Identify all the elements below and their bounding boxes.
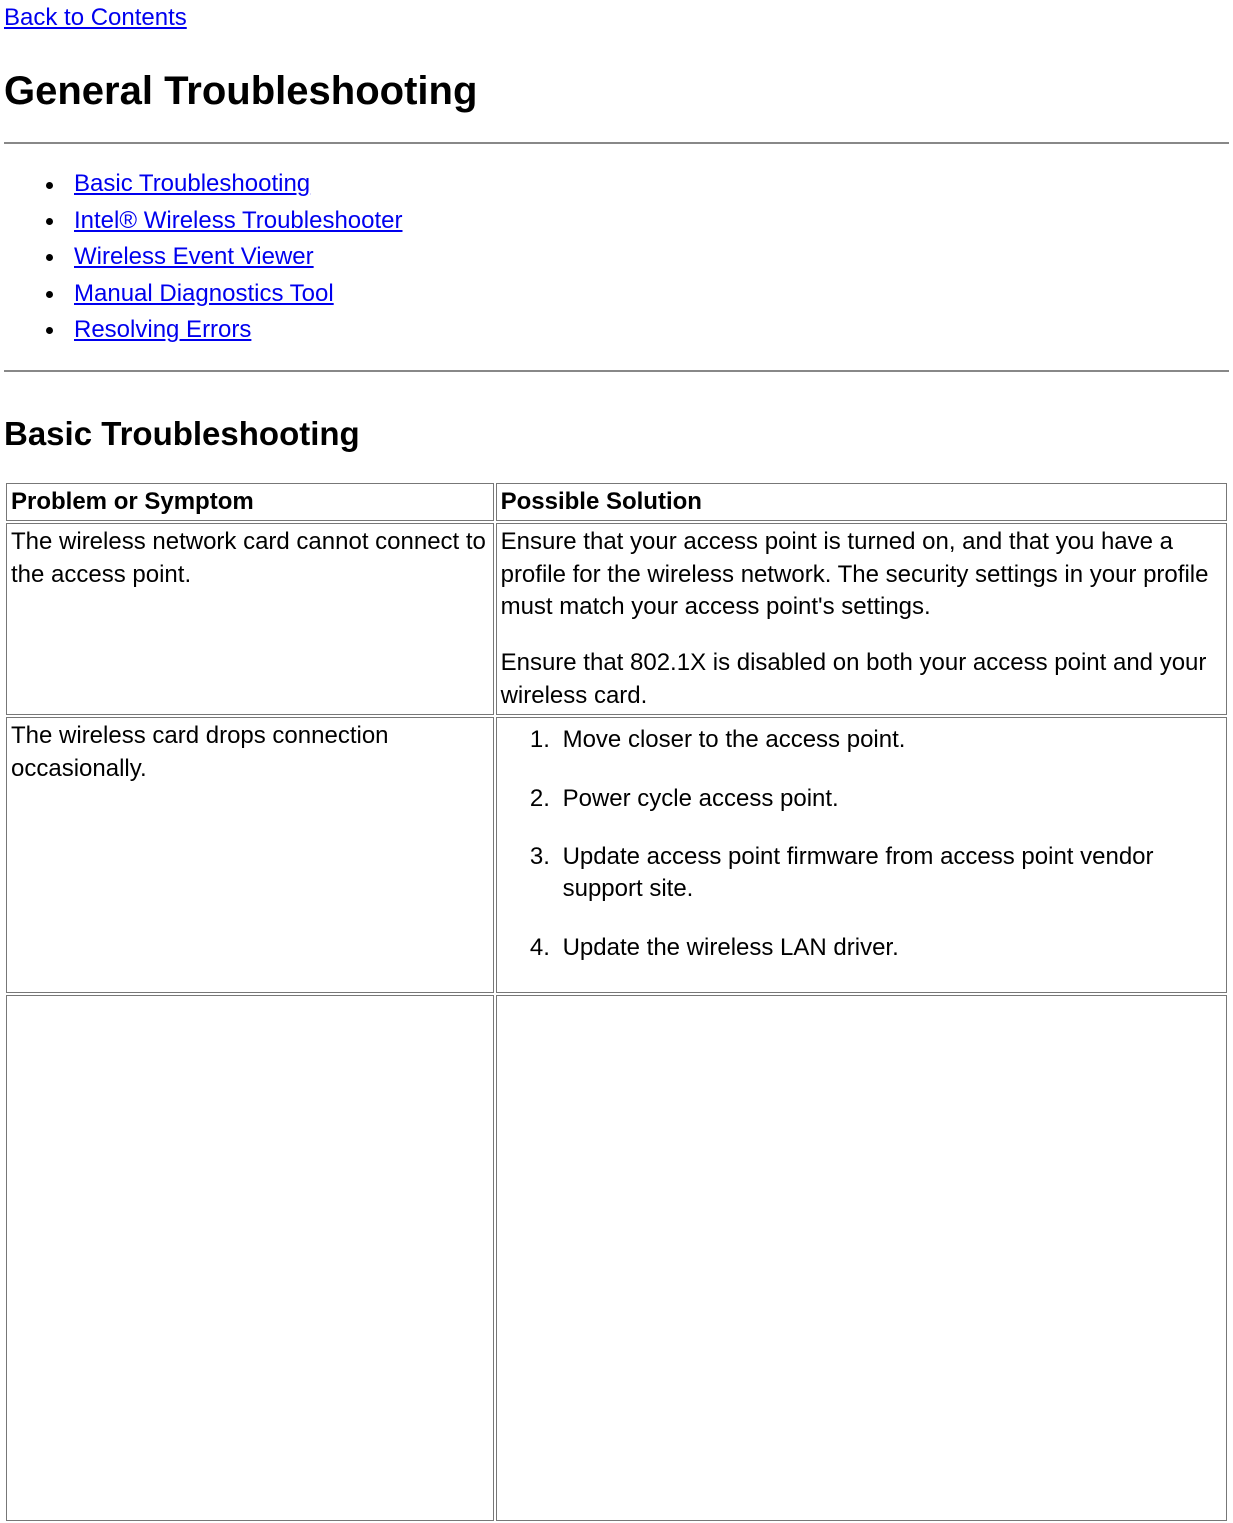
toc-link-intel[interactable]: Intel® Wireless Troubleshooter: [74, 207, 403, 234]
table-row: The wireless network card cannot connect…: [6, 523, 1227, 715]
solution-steps-list: Move closer to the access point. Power c…: [501, 724, 1222, 964]
solution-paragraph: Ensure that your access point is turned …: [501, 526, 1222, 623]
header-problem: Problem or Symptom: [6, 483, 494, 521]
solution-paragraph: Ensure that 802.1X is disabled on both y…: [501, 647, 1222, 712]
solution-step: Power cycle access point.: [557, 783, 1222, 815]
table-row: The wireless card drops connection occas…: [6, 717, 1227, 993]
cell-problem-empty: [6, 995, 494, 1521]
list-item: Wireless Event Viewer: [74, 241, 1229, 273]
table-header-row: Problem or Symptom Possible Solution: [6, 483, 1227, 521]
solution-step: Update access point firmware from access…: [557, 841, 1222, 906]
cell-solution-empty: [496, 995, 1227, 1521]
toc-link-event-viewer[interactable]: Wireless Event Viewer: [74, 243, 314, 270]
header-solution: Possible Solution: [496, 483, 1227, 521]
divider-top: [4, 142, 1229, 144]
list-item: Basic Troubleshooting: [74, 168, 1229, 200]
solution-step: Move closer to the access point.: [557, 724, 1222, 756]
list-item: Manual Diagnostics Tool: [74, 278, 1229, 310]
cell-problem: The wireless card drops connection occas…: [6, 717, 494, 993]
solution-step: Update the wireless LAN driver.: [557, 932, 1222, 964]
section-title: Basic Troubleshooting: [4, 412, 1229, 457]
table-row: [6, 995, 1227, 1521]
cell-problem: The wireless network card cannot connect…: [6, 523, 494, 715]
cell-solution: Ensure that your access point is turned …: [496, 523, 1227, 715]
cell-solution: Move closer to the access point. Power c…: [496, 717, 1227, 993]
toc-link-basic[interactable]: Basic Troubleshooting: [74, 170, 310, 197]
list-item: Resolving Errors: [74, 314, 1229, 346]
page-title: General Troubleshooting: [4, 64, 1229, 118]
toc-link-errors[interactable]: Resolving Errors: [74, 316, 251, 343]
toc-list: Basic Troubleshooting Intel® Wireless Tr…: [4, 168, 1229, 346]
list-item: Intel® Wireless Troubleshooter: [74, 205, 1229, 237]
back-to-contents-link[interactable]: Back to Contents: [4, 2, 187, 34]
toc-link-diagnostics[interactable]: Manual Diagnostics Tool: [74, 280, 334, 307]
troubleshooting-table: Problem or Symptom Possible Solution The…: [4, 481, 1229, 1523]
divider-bottom: [4, 370, 1229, 372]
